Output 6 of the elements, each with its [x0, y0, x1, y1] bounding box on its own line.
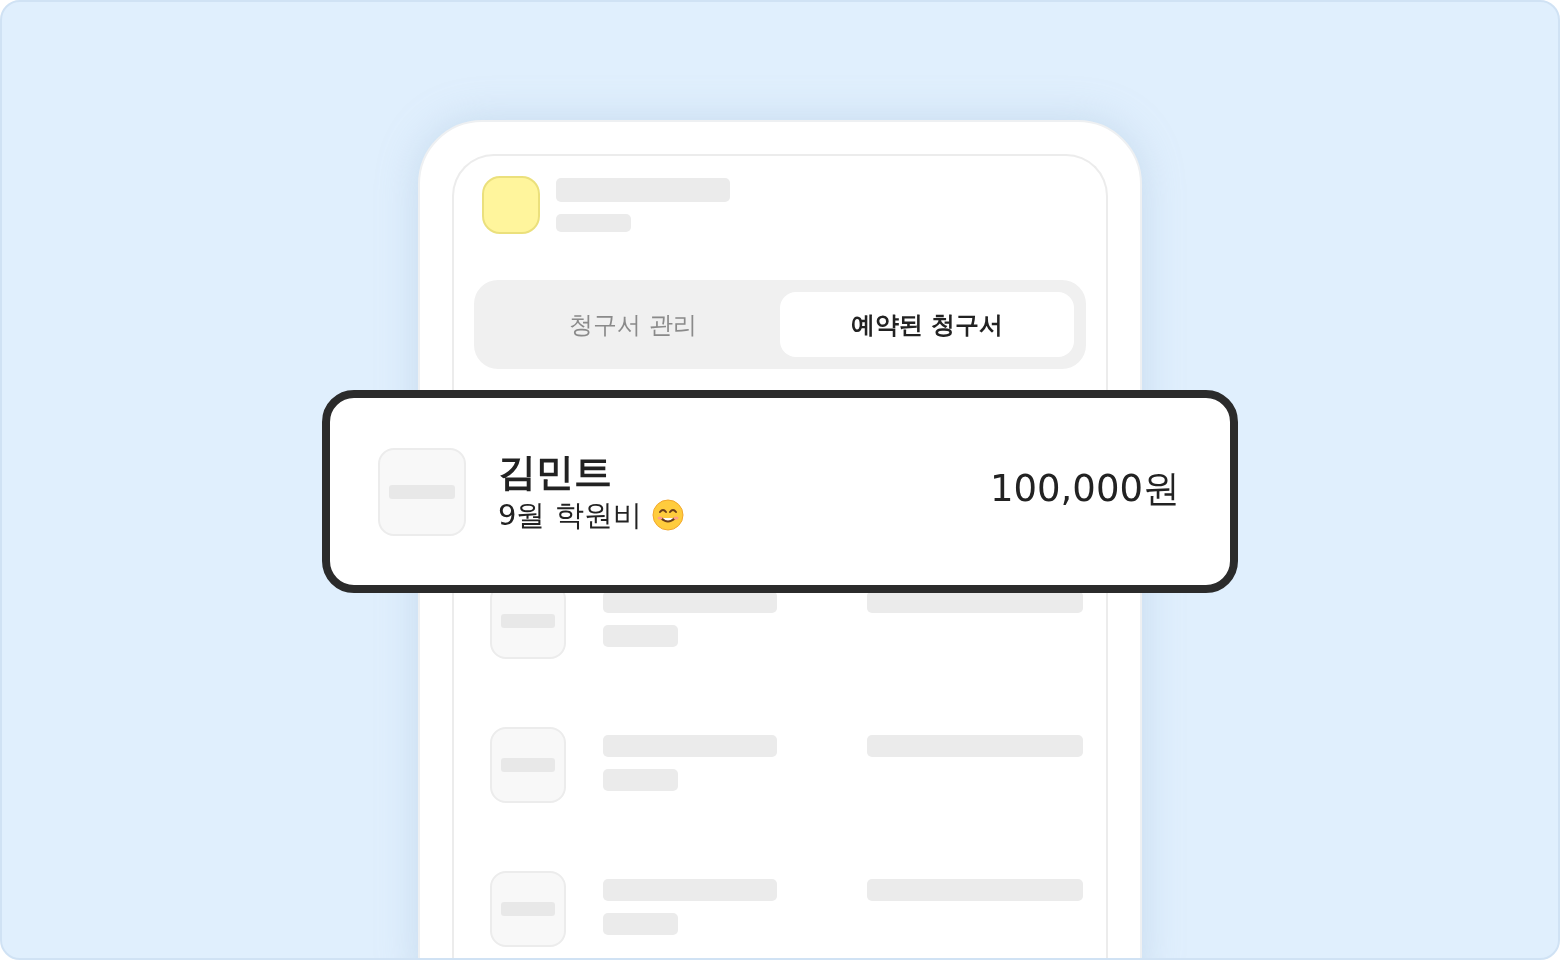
- payer-name: 김민트: [498, 448, 613, 495]
- tab[interactable]: 예약된 청구서: [780, 292, 1074, 357]
- invoice-description: 9월 학원비: [498, 496, 642, 534]
- smiling-face-icon: [651, 498, 684, 531]
- avatar-placeholder: [482, 176, 540, 234]
- invoice-amount: 100,000원: [990, 465, 1180, 512]
